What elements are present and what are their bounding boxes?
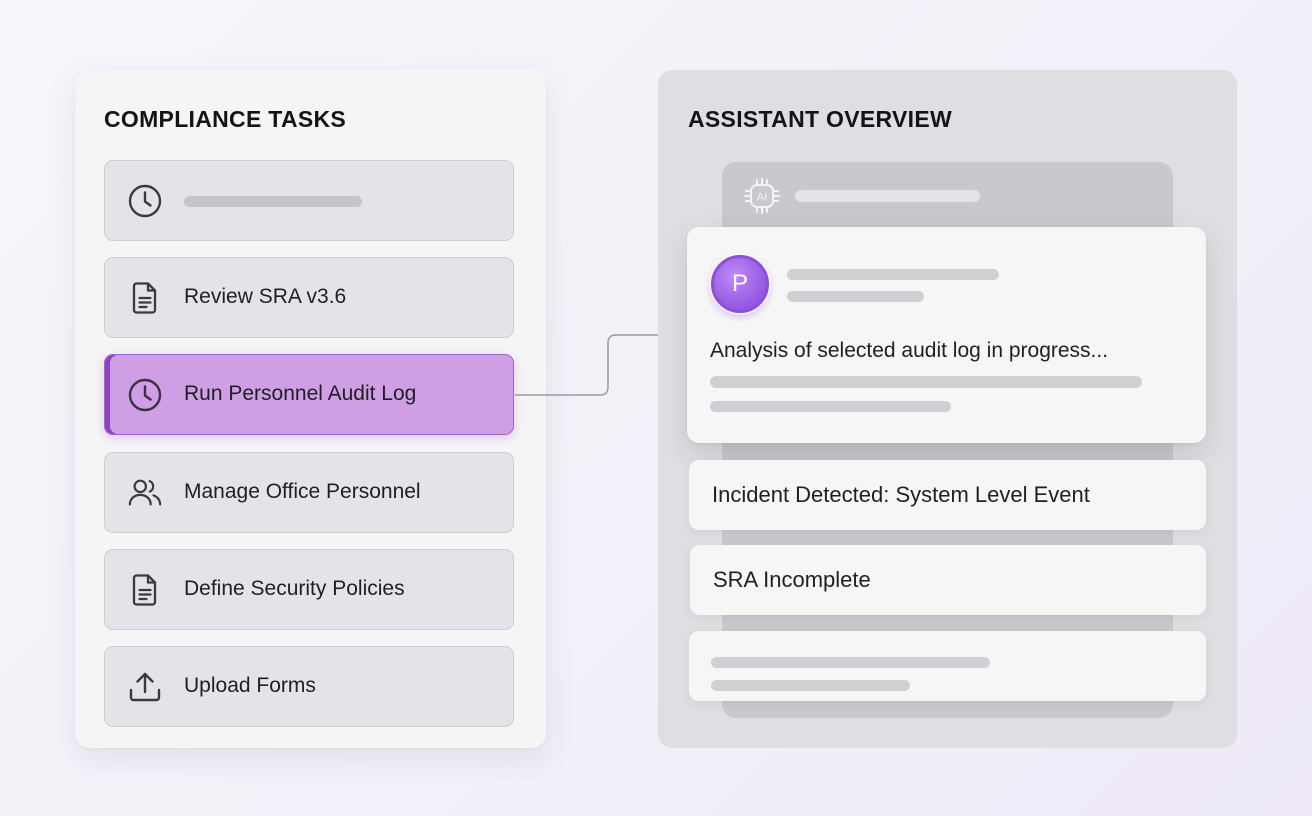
ai-chip-icon: AI bbox=[742, 176, 782, 216]
task-label: Define Security Policies bbox=[184, 577, 405, 600]
assistant-message-card[interactable]: P Analysis of selected audit log in prog… bbox=[687, 227, 1206, 443]
svg-text:AI: AI bbox=[757, 192, 767, 204]
placeholder-bar bbox=[795, 190, 980, 202]
upload-icon bbox=[127, 669, 163, 705]
placeholder-bar bbox=[787, 269, 999, 280]
placeholder-bar bbox=[711, 657, 990, 668]
avatar: P bbox=[711, 255, 769, 313]
document-icon bbox=[127, 572, 163, 608]
incident-card[interactable]: Incident Detected: System Level Event bbox=[689, 460, 1206, 530]
task-item-run-personnel-audit-log[interactable]: Run Personnel Audit Log bbox=[104, 354, 514, 435]
sra-status-card[interactable]: SRA Incomplete bbox=[690, 545, 1206, 615]
placeholder-bar bbox=[710, 401, 951, 412]
assistant-overview-panel: ASSISTANT OVERVIEW AI P Analysis of sele… bbox=[658, 70, 1237, 748]
placeholder-bar bbox=[711, 680, 910, 691]
incident-label: Incident Detected: System Level Event bbox=[712, 482, 1090, 507]
task-label: Upload Forms bbox=[184, 674, 316, 697]
task-placeholder-bar bbox=[184, 196, 362, 207]
users-icon bbox=[127, 475, 163, 511]
task-item-manage-office-personnel[interactable]: Manage Office Personnel bbox=[104, 452, 514, 533]
document-icon bbox=[127, 280, 163, 316]
task-label: Manage Office Personnel bbox=[184, 480, 421, 503]
placeholder-bar bbox=[710, 376, 1142, 388]
task-item-define-security-policies[interactable]: Define Security Policies bbox=[104, 549, 514, 630]
sra-status-label: SRA Incomplete bbox=[713, 567, 871, 592]
task-item-placeholder[interactable] bbox=[104, 160, 514, 241]
placeholder-card[interactable] bbox=[689, 631, 1206, 701]
task-label: Run Personnel Audit Log bbox=[184, 382, 417, 405]
assistant-status-text: Analysis of selected audit log in progre… bbox=[710, 339, 1109, 362]
assistant-overview-title: ASSISTANT OVERVIEW bbox=[688, 106, 952, 132]
clock-icon bbox=[127, 183, 163, 219]
placeholder-bar bbox=[787, 291, 924, 302]
compliance-tasks-panel: COMPLIANCE TASKS Review SRA v3.6 Run Per… bbox=[75, 70, 546, 748]
task-item-upload-forms[interactable]: Upload Forms bbox=[104, 646, 514, 727]
task-label: Review SRA v3.6 bbox=[184, 285, 347, 308]
compliance-tasks-title: COMPLIANCE TASKS bbox=[104, 106, 347, 132]
task-item-review-sra[interactable]: Review SRA v3.6 bbox=[104, 257, 514, 338]
clock-icon bbox=[127, 377, 163, 413]
